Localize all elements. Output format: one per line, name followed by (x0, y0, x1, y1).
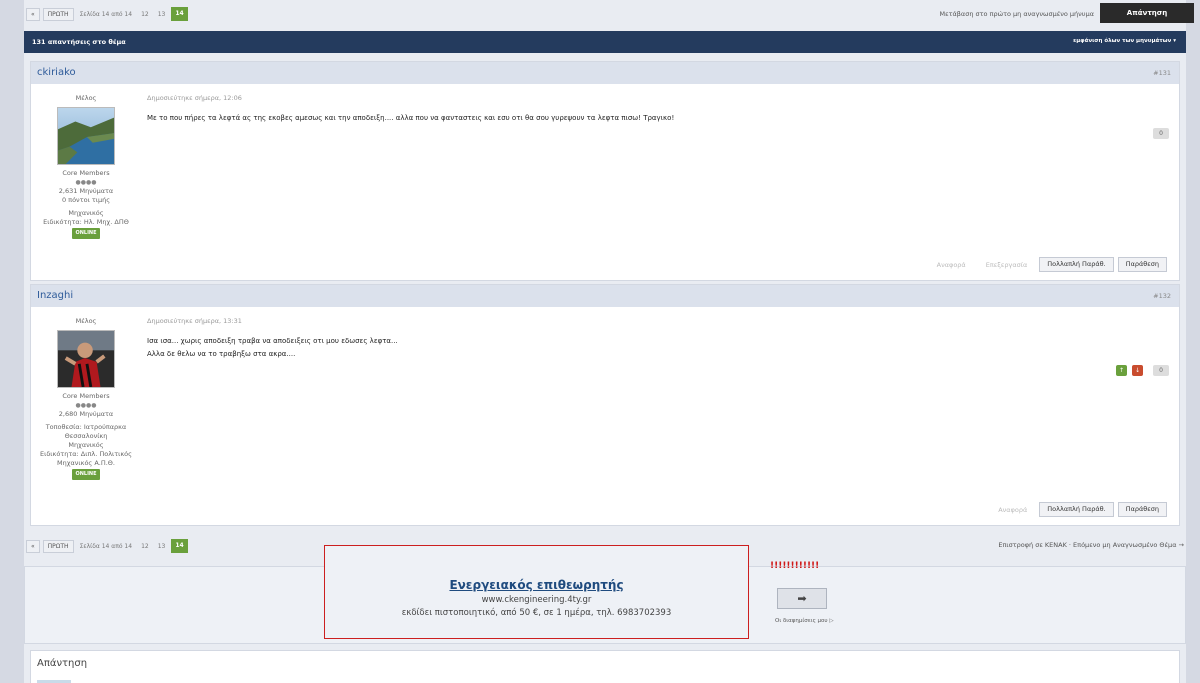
first-unread-link[interactable]: Μετάβαση στο πρώτο μη αναγνωσμένο μήνυμα (939, 10, 1094, 18)
my-ads-link[interactable]: Οι διαφημίσεις μου ▷ (775, 618, 834, 624)
user-job: Μηχανικός (68, 441, 104, 449)
ad-title-link[interactable]: Ενεργειακός επιθεωρητής (325, 578, 748, 592)
edit-link[interactable]: Επεξεργασία (978, 261, 1036, 269)
ad-description: εκδίδει πιστοποιητικό, από 50 €, σε 1 ημ… (401, 608, 672, 618)
exclamation-marks: !!!!!!!!!!!! (770, 561, 820, 571)
user-location: Τοποθεσία: Ιατρούπαρκα Θεσσαλονίκη (45, 423, 127, 440)
user-group: Core Members (62, 392, 110, 400)
pager-page-12[interactable]: 12 (138, 11, 152, 18)
user-group: Core Members (62, 169, 110, 177)
post-actions: Αναφορά Πολλαπλή Παράθ. Παράθεση (990, 502, 1167, 517)
post-header: Inzaghi #132 (31, 285, 1179, 307)
post-date: Δημοσιεύτηκε σήμερα, 12:06 (147, 94, 242, 102)
user-message-count: 2,680 Μηνύματα (58, 410, 114, 418)
reply-button[interactable]: Απάντηση (1100, 3, 1194, 23)
rank-stars: ●●●● (75, 402, 97, 409)
pager-first-button[interactable]: ΠΡΩΤΗ (42, 539, 74, 553)
user-info: Μέλος Core Members ●●●● 2,680 Μηνύματα Τ… (35, 317, 137, 480)
quick-reply-title: Απάντηση (37, 658, 88, 669)
user-points: 0 πόντοι τιμής (61, 196, 111, 204)
multiquote-button[interactable]: Πολλαπλή Παράθ. (1039, 502, 1114, 517)
pager-current-page[interactable]: 14 (171, 539, 188, 553)
avatar[interactable] (57, 330, 115, 388)
post-body: Ισα ισα... χωρις αποδειξη τραβα να αποδε… (147, 335, 398, 361)
avatar[interactable] (57, 107, 115, 165)
post-131: ckiriako #131 Μέλος Core Members ●●●● 2,… (30, 61, 1180, 281)
vote-up-icon[interactable]: ↑ (1116, 365, 1127, 376)
pager-info: Σελίδα 14 από 14 (79, 542, 133, 550)
pager-page-13[interactable]: 13 (155, 11, 169, 18)
pager-info: Σελίδα 14 από 14 (79, 10, 133, 18)
pager-prev-button[interactable]: « (26, 539, 40, 553)
post-author-link[interactable]: ckiriako (37, 67, 76, 78)
user-specialty: Ειδικότητα: Ηλ. Μηχ. ΔΠΘ (43, 218, 129, 226)
pager-page-13[interactable]: 13 (155, 543, 169, 550)
post-number[interactable]: #132 (1153, 292, 1171, 300)
post-body-line: Ισα ισα... χωρις αποδειξη τραβα να αποδε… (147, 337, 398, 345)
post-132: Inzaghi #132 Μέλος Core Members ●●●● 2,6… (30, 284, 1180, 526)
ad-box[interactable]: Ενεργειακός επιθεωρητής www.ckengineerin… (324, 545, 749, 639)
bottom-pager: « ΠΡΩΤΗ Σελίδα 14 από 14 12 13 14 (26, 539, 188, 553)
post-body-line: Αλλα δε θελω να το τραβηξω στα ακρα.... (147, 350, 296, 358)
pager-first-button[interactable]: ΠΡΩΤΗ (42, 7, 74, 21)
post-number[interactable]: #131 (1153, 69, 1171, 77)
multiquote-button[interactable]: Πολλαπλή Παράθ. (1039, 257, 1114, 272)
arrow-right-icon[interactable]: ➡ (777, 588, 827, 609)
chevron-down-icon: ▾ (1173, 38, 1176, 44)
post-date: Δημοσιεύτηκε σήμερα, 13:31 (147, 317, 242, 325)
view-options-dropdown[interactable]: εμφάνιση όλων των μηνυμάτων ▾ (1073, 38, 1176, 44)
online-badge: ONLINE (72, 228, 100, 239)
post-body-line: Με το που πήρες τα λεφτά ας της εκοβες α… (147, 114, 675, 122)
user-specialty: Ειδικότητα: Διπλ. Πολιτικός Μηχανικός Α.… (40, 450, 132, 467)
post-actions: Αναφορά Επεξεργασία Πολλαπλή Παράθ. Παρά… (929, 257, 1167, 272)
post-author-link[interactable]: Inzaghi (37, 290, 73, 301)
user-message-count: 2,631 Μηνύματα (58, 187, 114, 195)
reputation-count: 0 (1153, 128, 1169, 139)
view-options-label: εμφάνιση όλων των μηνυμάτων (1073, 38, 1172, 44)
ad-url: www.ckengineering.4ty.gr (481, 595, 592, 605)
vote-down-icon[interactable]: ↓ (1132, 365, 1143, 376)
quick-reply-panel: Απάντηση (30, 650, 1180, 683)
reputation-count: 0 (1153, 365, 1169, 376)
top-pager: « ΠΡΩΤΗ Σελίδα 14 από 14 12 13 14 (26, 7, 188, 21)
report-link[interactable]: Αναφορά (929, 261, 974, 269)
rank-stars: ●●●● (75, 179, 97, 186)
user-role: Μέλος (75, 317, 97, 325)
pager-page-12[interactable]: 12 (138, 543, 152, 550)
pager-current-page[interactable]: 14 (171, 7, 188, 21)
reply-count: 131 απαντήσεις στο θέμα (32, 38, 126, 46)
thread-bar: 131 απαντήσεις στο θέμα εμφάνιση όλων τω… (24, 31, 1186, 53)
user-job: Μηχανικός (68, 209, 104, 217)
post-body: Με το που πήρες τα λεφτά ας της εκοβες α… (147, 112, 674, 125)
quote-button[interactable]: Παράθεση (1117, 502, 1167, 517)
quote-button[interactable]: Παράθεση (1117, 257, 1167, 272)
report-link[interactable]: Αναφορά (990, 506, 1035, 514)
user-role: Μέλος (75, 94, 97, 102)
pager-prev-button[interactable]: « (26, 7, 40, 21)
forum-nav-links[interactable]: Επιστροφή σε ΚΕΝΑΚ · Επόμενο μη Αναγνωσμ… (998, 541, 1184, 549)
post-header: ckiriako #131 (31, 62, 1179, 84)
user-info: Μέλος Core Members ●●●● 2,631 Μηνύματα 0… (35, 94, 137, 239)
online-badge: ONLINE (72, 469, 100, 480)
